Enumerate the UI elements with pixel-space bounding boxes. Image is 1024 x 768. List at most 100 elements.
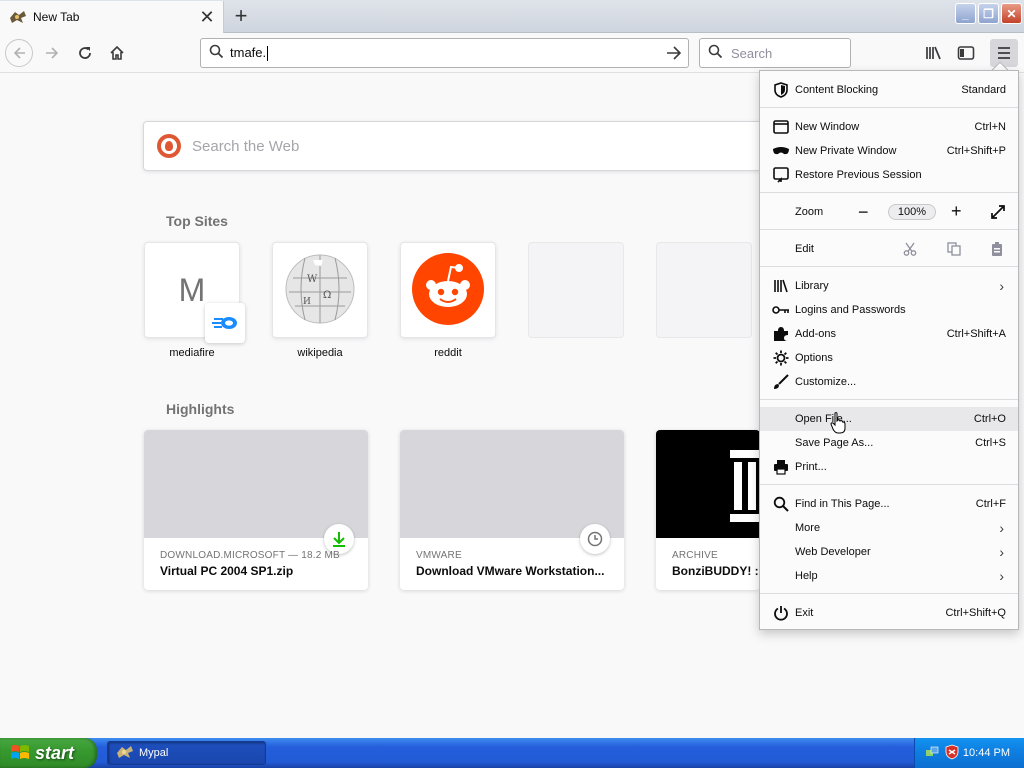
svg-text:Ω: Ω <box>323 290 331 301</box>
site-tile[interactable] <box>400 242 496 338</box>
menu-shortcut: Ctrl+O <box>973 413 1006 425</box>
menu-item-more[interactable]: More › <box>760 516 1018 540</box>
menu-item-label: Restore Previous Session <box>795 169 922 181</box>
taskbar-item-mypal[interactable]: Mypal <box>107 741 266 765</box>
restore-button[interactable]: ❐ <box>978 3 999 24</box>
new-tab-plus-icon[interactable]: + <box>229 3 253 28</box>
menu-item-options[interactable]: Options <box>760 346 1018 370</box>
site-tile-placeholder <box>656 242 752 338</box>
menu-item-new-private-window[interactable]: New Private Window Ctrl+Shift+P <box>760 139 1018 163</box>
web-search-placeholder: Search the Web <box>192 137 300 155</box>
menu-item-print[interactable]: Print... <box>760 455 1018 479</box>
back-button[interactable] <box>5 39 33 67</box>
svg-text:И: И <box>303 297 311 307</box>
sidebar-icon[interactable] <box>952 39 980 67</box>
zoom-in-button[interactable]: + <box>951 201 962 222</box>
menu-item-help[interactable]: Help › <box>760 564 1018 588</box>
security-shield-icon[interactable] <box>945 744 959 763</box>
menu-item-label: Edit <box>795 243 814 255</box>
forward-arrow-icon[interactable] <box>38 39 66 67</box>
restore-session-icon <box>772 166 790 184</box>
printer-icon <box>772 458 790 476</box>
windows-taskbar: start Mypal 10:44 PM <box>0 738 1024 768</box>
site-label: reddit <box>434 347 462 359</box>
menu-item-label: Library <box>795 280 829 292</box>
zoom-reset-button[interactable]: 100% <box>888 204 936 220</box>
back-arrow-icon <box>5 39 33 67</box>
menu-separator <box>760 593 1018 594</box>
chevron-right-icon: › <box>999 544 1004 560</box>
key-icon <box>772 301 790 319</box>
highlights-title: Highlights <box>166 401 235 417</box>
tab-new-tab[interactable]: New Tab ✕ <box>0 1 224 33</box>
menu-separator <box>760 229 1018 230</box>
close-window-button[interactable]: ✕ <box>1001 3 1022 24</box>
menu-item-exit[interactable]: Exit Ctrl+Shift+Q <box>760 601 1018 625</box>
url-bar[interactable]: tmafe. <box>200 38 689 68</box>
menu-item-edit: Edit <box>760 237 1018 261</box>
url-input[interactable]: tmafe. <box>230 45 660 62</box>
gear-icon <box>772 349 790 367</box>
search-bar[interactable]: Search <box>699 38 851 68</box>
menu-shortcut: Ctrl+Shift+A <box>946 328 1006 340</box>
network-icon[interactable] <box>925 745 939 762</box>
menu-item-open-file[interactable]: Open File... Ctrl+O <box>760 407 1018 431</box>
menu-item-zoom: Zoom − 100% + <box>760 200 1018 224</box>
paste-icon[interactable] <box>989 241 1005 257</box>
duckduckgo-icon <box>157 134 181 158</box>
menu-item-new-window[interactable]: New Window Ctrl+N <box>760 115 1018 139</box>
menu-item-customize[interactable]: Customize... <box>760 370 1018 394</box>
go-arrow-icon[interactable] <box>660 46 688 60</box>
menu-item-addons[interactable]: Add-ons Ctrl+Shift+A <box>760 322 1018 346</box>
top-site-wikipedia[interactable]: W Ω И wikipedia <box>272 242 368 359</box>
menu-item-library[interactable]: Library › <box>760 274 1018 298</box>
library-icon <box>772 277 790 295</box>
menu-item-content-blocking[interactable]: Content Blocking Standard <box>760 78 1018 102</box>
system-tray: 10:44 PM <box>914 738 1024 768</box>
reload-icon[interactable] <box>71 39 99 67</box>
tab-close-icon[interactable]: ✕ <box>195 5 219 29</box>
taskbar-clock: 10:44 PM <box>962 747 1010 759</box>
highlight-title: Download VMware Workstation... <box>416 564 605 578</box>
menu-separator <box>760 399 1018 400</box>
app-menu-panel: Content Blocking Standard New Window Ctr… <box>759 70 1019 630</box>
navigation-toolbar: tmafe. Search <box>0 33 1024 73</box>
search-icon <box>209 44 224 62</box>
menu-item-find[interactable]: Find in This Page... Ctrl+F <box>760 492 1018 516</box>
highlight-card[interactable]: DOWNLOAD.MICROSOFT — 18.2 MB Virtual PC … <box>144 430 368 590</box>
top-sites-title: Top Sites <box>166 213 228 229</box>
top-site-mediafire[interactable]: M mediafire <box>144 242 245 359</box>
chevron-right-icon: › <box>999 278 1004 294</box>
menu-item-label: Save Page As... <box>795 437 874 449</box>
home-icon[interactable] <box>103 39 131 67</box>
hamburger-menu-icon[interactable] <box>990 39 1018 67</box>
minimize-button[interactable]: _ <box>955 3 976 24</box>
menu-shortcut: Ctrl+S <box>975 437 1006 449</box>
paintbrush-icon <box>772 373 790 391</box>
highlight-card[interactable]: ARCHIVE BonziBUDDY! : J <box>656 430 760 590</box>
copy-icon[interactable] <box>946 241 962 257</box>
menu-item-restore-session[interactable]: Restore Previous Session <box>760 163 1018 187</box>
content-blocking-value: Standard <box>961 84 1006 96</box>
menu-item-save-page[interactable]: Save Page As... Ctrl+S <box>760 431 1018 455</box>
menu-item-label: Exit <box>795 607 814 619</box>
site-tile[interactable]: W Ω И <box>272 242 368 338</box>
fullscreen-icon[interactable] <box>990 204 1006 223</box>
highlight-card[interactable]: VMWARE Download VMware Workstation... <box>400 430 624 590</box>
start-button[interactable]: start <box>0 738 97 768</box>
site-tile[interactable]: M <box>144 242 245 343</box>
clock-icon <box>580 524 610 554</box>
library-icon[interactable] <box>920 39 948 67</box>
menu-item-label: Help <box>795 570 818 582</box>
menu-item-label: Find in This Page... <box>795 498 890 510</box>
menu-separator <box>760 266 1018 267</box>
menu-item-web-developer[interactable]: Web Developer › <box>760 540 1018 564</box>
menu-item-label: Content Blocking <box>795 84 879 96</box>
menu-item-logins[interactable]: Logins and Passwords <box>760 298 1018 322</box>
top-site-reddit[interactable]: reddit <box>400 242 496 359</box>
zoom-out-button[interactable]: − <box>858 202 869 223</box>
cut-icon[interactable] <box>902 241 918 257</box>
mypal-app-icon <box>116 745 134 762</box>
menu-shortcut: Ctrl+N <box>974 121 1006 133</box>
puzzle-icon <box>772 325 790 343</box>
